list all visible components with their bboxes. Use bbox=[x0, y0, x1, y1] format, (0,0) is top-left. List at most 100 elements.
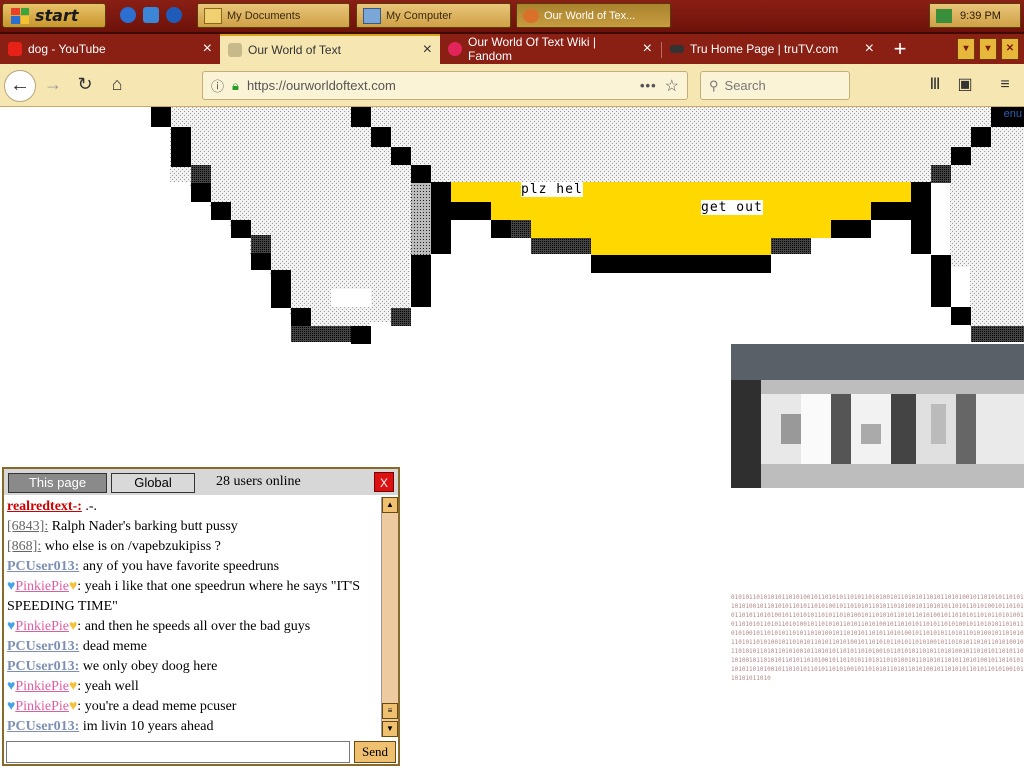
binary-text-block: 0101011010101011010100101101010110101101… bbox=[731, 594, 1024, 682]
chat-username[interactable]: [6843]: bbox=[7, 519, 48, 534]
close-tab-icon[interactable]: × bbox=[865, 40, 874, 58]
start-button[interactable]: start bbox=[2, 3, 106, 28]
close-window-button[interactable]: ✕ bbox=[1001, 38, 1019, 60]
chat-header: This page Global 28 users online X bbox=[4, 469, 398, 495]
chat-message: [6843]: Ralph Nader's barking butt pussy bbox=[7, 517, 379, 537]
scroll-up-icon[interactable]: ▲ bbox=[382, 497, 398, 513]
library-icon[interactable]: Ⅲ bbox=[925, 75, 945, 95]
tab-label: dog - YouTube bbox=[28, 42, 106, 56]
info-icon[interactable]: ⓘ bbox=[211, 76, 224, 95]
forward-button[interactable]: → bbox=[42, 73, 64, 95]
chat-message: ♥PinkiePie♥: you're a dead meme pcuser bbox=[7, 699, 237, 714]
chat-message-text: .-. bbox=[81, 499, 98, 514]
scroll-down-icon[interactable]: ▼ bbox=[382, 721, 398, 737]
media-player-icon[interactable] bbox=[166, 7, 182, 23]
trutv-icon bbox=[670, 45, 684, 53]
chat-message-text: im livin 10 years ahead bbox=[79, 719, 214, 734]
chat-username[interactable]: PCUser013: bbox=[7, 719, 79, 734]
chat-message: ♥PinkiePie♥: yeah well bbox=[7, 679, 139, 694]
chat-username[interactable]: PCUser013: bbox=[7, 639, 79, 654]
yellow-heart-icon: ♥ bbox=[68, 579, 78, 594]
chat-username[interactable]: PCUser013: bbox=[7, 659, 79, 674]
home-button[interactable]: ⌂ bbox=[106, 73, 128, 95]
yellow-heart-icon: ♥ bbox=[68, 699, 78, 714]
yellow-heart-icon: ♥ bbox=[68, 679, 78, 694]
firefox-icon bbox=[523, 8, 539, 23]
tab-label: Our World Of Text Wiki | Fandom bbox=[468, 35, 597, 63]
sidebar-icon[interactable]: ▣ bbox=[955, 75, 975, 95]
url-text: https://ourworldoftext.com bbox=[246, 78, 396, 93]
chat-username[interactable]: PCUser013: bbox=[7, 559, 79, 574]
network-icon[interactable] bbox=[936, 8, 952, 23]
chat-message: PCUser013: dead meme bbox=[7, 637, 379, 657]
new-tab-button[interactable]: + bbox=[888, 37, 912, 61]
chat-panel: This page Global 28 users online X realr… bbox=[2, 467, 400, 766]
chat-message-text: yeah well bbox=[81, 679, 139, 694]
url-bar[interactable]: ⓘ 🔒︎ https://ourworldoftext.com ••• ☆ bbox=[202, 71, 688, 100]
internet-explorer-icon[interactable] bbox=[120, 7, 136, 23]
tab-our-world-of-text[interactable]: Our World of Text × bbox=[220, 34, 440, 64]
tab-strip: dog - YouTube × Our World of Text × Our … bbox=[0, 34, 1024, 64]
taskbar-window-my-documents[interactable]: My Documents bbox=[197, 3, 350, 28]
taskbar-window-label: My Computer bbox=[386, 9, 453, 22]
tab-label: Tru Home Page | truTV.com bbox=[690, 42, 839, 56]
taskbar-window-firefox[interactable]: Our World of Tex... bbox=[516, 3, 671, 28]
lock-icon: 🔒︎ bbox=[232, 77, 239, 93]
chat-message: realredtext-: .-. bbox=[7, 497, 379, 517]
scroll-thumb[interactable]: ≡ bbox=[382, 703, 398, 719]
back-button[interactable]: ← bbox=[4, 70, 36, 102]
chat-username[interactable]: realredtext-: bbox=[7, 499, 82, 514]
tab-youtube[interactable]: dog - YouTube × bbox=[0, 34, 220, 64]
tab-trutv[interactable]: Tru Home Page | truTV.com × bbox=[662, 34, 882, 64]
page-content[interactable]: plz hel get out enu 01010110101010110101… bbox=[0, 107, 1024, 768]
chat-message-text: any of you have favorite speedruns bbox=[79, 559, 280, 574]
chat-username[interactable]: PinkiePie bbox=[15, 579, 69, 594]
chat-message: ♥PinkiePie♥: yeah i like that one speedr… bbox=[7, 579, 361, 614]
system-tray: 9:39 PM bbox=[929, 3, 1021, 28]
maximize-button[interactable]: ▾ bbox=[979, 38, 997, 60]
chat-message: PCUser013: we only obey doog here bbox=[7, 657, 379, 677]
yellow-fill bbox=[451, 182, 911, 255]
chat-message: PCUser013: im livin 10 years ahead bbox=[7, 717, 379, 737]
chat-scrollbar[interactable]: ▲ ≡ ▼ bbox=[381, 497, 398, 737]
chat-message: ♥PinkiePie♥: and then he speeds all over… bbox=[7, 619, 311, 634]
chat-message-text: dead meme bbox=[79, 639, 147, 654]
canvas-text-get-out: get out bbox=[701, 200, 763, 215]
start-label: start bbox=[35, 6, 79, 25]
chat-username[interactable]: [868]: bbox=[7, 539, 41, 554]
send-button[interactable]: Send bbox=[354, 741, 396, 763]
left-pot-fill bbox=[170, 107, 450, 342]
chat-username[interactable]: PinkiePie bbox=[15, 679, 69, 694]
chat-message-text: Ralph Nader's barking butt pussy bbox=[48, 519, 238, 534]
fandom-icon bbox=[448, 42, 462, 56]
chat-input[interactable] bbox=[6, 741, 350, 763]
chat-tab-global[interactable]: Global bbox=[111, 473, 195, 493]
close-tab-icon[interactable]: × bbox=[643, 40, 652, 58]
search-placeholder: Search bbox=[724, 78, 766, 93]
taskbar: start My Documents My Computer Our World… bbox=[0, 0, 1024, 34]
chat-username[interactable]: PinkiePie bbox=[15, 699, 69, 714]
taskbar-window-my-computer[interactable]: My Computer bbox=[356, 3, 511, 28]
computer-icon bbox=[363, 7, 381, 24]
owot-icon bbox=[228, 43, 242, 57]
bookmark-star-icon[interactable]: ☆ bbox=[665, 76, 679, 96]
chat-message: PCUser013: any of you have favorite spee… bbox=[7, 557, 379, 577]
menu-icon[interactable]: ≡ bbox=[995, 75, 1015, 95]
chat-close-button[interactable]: X bbox=[374, 472, 394, 492]
chat-username[interactable]: PinkiePie bbox=[15, 619, 69, 634]
close-tab-icon[interactable]: × bbox=[423, 41, 432, 59]
close-tab-icon[interactable]: × bbox=[203, 40, 212, 58]
page-actions-icon[interactable]: ••• bbox=[640, 78, 657, 93]
taskbar-window-label: My Documents bbox=[227, 9, 301, 22]
corner-menu-text[interactable]: enu bbox=[1004, 108, 1022, 120]
chat-tab-this-page[interactable]: This page bbox=[8, 473, 107, 493]
chat-message: [868]: who else is on /vapebzukipiss ? bbox=[7, 537, 379, 557]
minimize-button[interactable]: ▾ bbox=[957, 38, 975, 60]
outlook-icon[interactable] bbox=[143, 7, 159, 23]
reload-button[interactable]: ↻ bbox=[74, 73, 96, 95]
clock: 9:39 PM bbox=[960, 9, 1001, 22]
search-icon: ⚲ bbox=[709, 77, 719, 93]
search-box[interactable]: ⚲ Search bbox=[700, 71, 850, 100]
tab-fandom[interactable]: Our World Of Text Wiki | Fandom × bbox=[440, 34, 660, 64]
windows-logo-icon bbox=[11, 7, 29, 24]
